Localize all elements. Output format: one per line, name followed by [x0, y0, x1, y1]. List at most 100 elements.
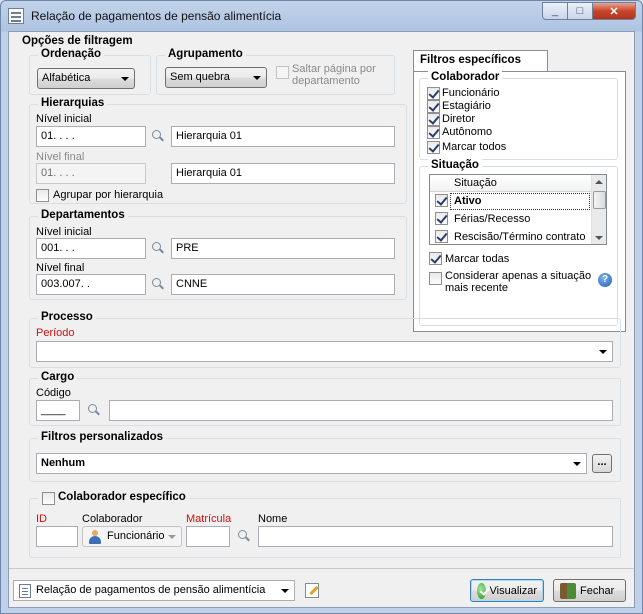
specific-employee-group: Colaborador específico ID Colaborador Fu…: [29, 491, 621, 558]
search-icon[interactable]: [152, 278, 164, 290]
name-input[interactable]: [258, 526, 613, 547]
situation-checkbox[interactable]: [435, 212, 448, 225]
employee-type-group: Colaborador Funcionário Estagiário Diret…: [419, 71, 618, 160]
situation-row[interactable]: Ativo: [430, 192, 592, 210]
hierarchy-final-label: Nível final: [36, 151, 85, 163]
search-icon[interactable]: [152, 130, 164, 142]
most-recent-situation-label: Considerar apenas a situação mais recent…: [445, 270, 592, 294]
cargo-code-label: Código: [36, 387, 71, 399]
close-button[interactable]: Fechar: [553, 579, 626, 602]
chevron-down-icon: [253, 76, 261, 80]
mark-all-situations-checkbox[interactable]: [429, 252, 442, 265]
hierarchy-initial-code-input[interactable]: 01. . . .: [36, 126, 146, 147]
help-icon[interactable]: ?: [598, 273, 612, 287]
search-icon[interactable]: [238, 530, 250, 542]
situation-checkbox[interactable]: [435, 194, 448, 207]
ordering-select[interactable]: Alfabética: [37, 68, 135, 89]
custom-filters-label: Filtros personalizados: [38, 431, 167, 443]
hierarchy-initial-desc-input[interactable]: Hierarquia 01: [171, 126, 395, 147]
employee-type-value: Funcionário: [107, 530, 165, 542]
employee-type-checkbox[interactable]: [427, 100, 440, 113]
custom-filters-browse-button[interactable]: ...: [592, 454, 612, 473]
custom-filters-group: Filtros personalizados Nenhum ...: [29, 431, 621, 482]
report-value: Relação de pagamentos de pensão alimentí…: [36, 584, 266, 596]
scroll-thumb[interactable]: [593, 191, 606, 209]
situation-checkbox[interactable]: [435, 230, 448, 243]
situation-column-header[interactable]: Situação: [430, 175, 592, 192]
group-by-hierarchy-checkbox[interactable]: [36, 189, 49, 202]
specific-employee-label: Colaborador específico: [38, 491, 189, 503]
minimize-button[interactable]: _: [542, 2, 568, 20]
mark-all-employees-checkbox[interactable]: [427, 141, 440, 154]
skip-page-checkbox[interactable]: [276, 66, 289, 79]
close-window-button[interactable]: ✕: [592, 2, 636, 20]
check-icon: [477, 582, 486, 599]
group-by-hierarchy-label: Agrupar por hierarquia: [53, 189, 164, 201]
department-initial-code-input[interactable]: 001. . .: [36, 238, 146, 259]
search-icon[interactable]: [88, 404, 100, 416]
specific-employee-checkbox[interactable]: [42, 492, 55, 505]
exit-icon: [560, 582, 576, 599]
employee-type-label: Autônomo: [442, 126, 493, 138]
hierarchies-group: Hierarquias Nível inicial 01. . . . Hier…: [29, 97, 407, 204]
ordering-label: Ordenação: [38, 48, 105, 60]
mark-all-situations-label: Marcar todas: [445, 253, 510, 265]
department-final-desc-input[interactable]: CNNE: [171, 274, 395, 295]
id-input[interactable]: [36, 526, 78, 547]
maximize-button[interactable]: □: [567, 2, 593, 20]
situation-scrollbar[interactable]: [591, 175, 606, 244]
registration-input[interactable]: [186, 526, 230, 547]
hierarchy-final-desc-input[interactable]: Hierarquia 01: [171, 163, 395, 184]
title-bar: Relação de pagamentos de pensão alimentí…: [1, 1, 642, 31]
cargo-label: Cargo: [38, 371, 78, 383]
report-icon: [19, 584, 31, 598]
process-label: Processo: [38, 311, 96, 323]
cargo-description-input[interactable]: [109, 400, 613, 421]
situation-row[interactable]: Férias/Recesso: [430, 210, 592, 228]
chevron-down-icon: [599, 350, 607, 354]
department-initial-desc-input[interactable]: PRE: [171, 238, 395, 259]
situation-row[interactable]: Rescisão/Término contrato: [430, 228, 592, 244]
department-final-code-input[interactable]: 003.007. .: [36, 274, 146, 295]
view-button[interactable]: Visualizar: [470, 579, 544, 602]
footer-separator: [9, 568, 634, 569]
hierarchy-initial-label: Nível inicial: [36, 113, 92, 125]
cargo-code-input[interactable]: ____: [36, 400, 80, 421]
employee-type-label: Diretor: [442, 113, 476, 125]
custom-filter-select[interactable]: Nenhum: [36, 453, 587, 474]
report-select[interactable]: Relação de pagamentos de pensão alimentí…: [13, 580, 295, 601]
search-icon[interactable]: [152, 242, 164, 254]
departments-label: Departamentos: [38, 209, 128, 221]
grouping-select[interactable]: Sem quebra: [165, 67, 267, 88]
tab-specific-filters[interactable]: Filtros específicos: [413, 50, 548, 72]
situation-row-label: Rescisão/Término contrato: [454, 231, 586, 243]
situation-row-label: Férias/Recesso: [454, 213, 531, 225]
scroll-down-icon[interactable]: [595, 236, 603, 240]
grouping-label: Agrupamento: [165, 48, 246, 60]
employee-type-checkbox[interactable]: [427, 126, 440, 139]
chevron-down-icon: [121, 77, 129, 81]
app-icon: [8, 8, 24, 24]
departments-group: Departamentos Nível inicial 001. . . PRE…: [29, 209, 407, 300]
situation-grid[interactable]: Situação Ativo Férias/Recesso Rescisão/T…: [429, 174, 607, 245]
chevron-down-icon: [281, 589, 289, 593]
person-icon: [88, 530, 102, 544]
employee-type-label: Estagiário: [442, 100, 491, 112]
dialog-client-area: Opções de filtragem Ordenação Alfabética…: [8, 31, 635, 608]
ordering-value: Alfabética: [42, 72, 91, 84]
chevron-down-icon: [168, 535, 176, 539]
employee-type-checkbox[interactable]: [427, 87, 440, 100]
employee-type-checkbox[interactable]: [427, 113, 440, 126]
skip-page-label: Saltar página por departamento: [292, 63, 376, 87]
scroll-up-icon[interactable]: [595, 180, 603, 184]
period-select[interactable]: [36, 341, 613, 362]
most-recent-situation-checkbox[interactable]: [429, 272, 442, 285]
caption-buttons: _ □ ✕: [542, 2, 636, 20]
edit-report-icon[interactable]: [305, 583, 319, 598]
employee-type-label: Funcionário: [442, 87, 500, 99]
employee-type-select[interactable]: Funcionário: [82, 526, 182, 547]
hierarchy-final-code-input[interactable]: 01. . . .: [36, 163, 146, 184]
registration-label: Matrícula: [186, 513, 232, 525]
filter-options-title: Opções de filtragem: [19, 35, 136, 47]
close-button-label: Fechar: [580, 584, 615, 597]
